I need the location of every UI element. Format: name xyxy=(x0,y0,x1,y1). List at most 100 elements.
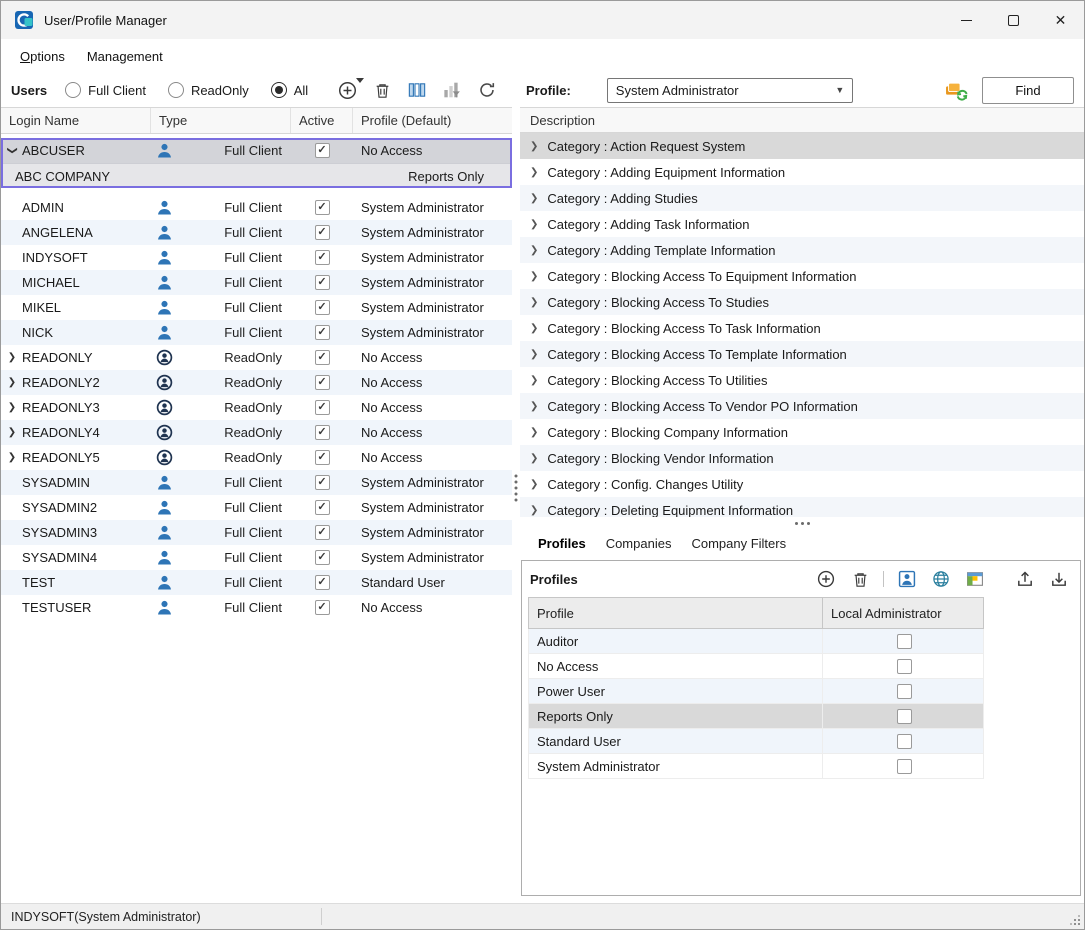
export-profiles-button[interactable] xyxy=(1014,568,1036,590)
minimize-button[interactable] xyxy=(943,1,990,39)
active-checkbox[interactable] xyxy=(315,425,330,440)
category-row[interactable]: ❯Category : Blocking Company Information xyxy=(520,419,1084,445)
add-profile-button[interactable] xyxy=(815,568,837,590)
close-button[interactable]: ✕ xyxy=(1037,1,1084,39)
user-row-sysadmin2[interactable]: SYSADMIN2Full ClientSystem Administrator xyxy=(1,495,512,520)
user-row-michael[interactable]: MICHAELFull ClientSystem Administrator xyxy=(1,270,512,295)
active-checkbox[interactable] xyxy=(315,550,330,565)
active-checkbox[interactable] xyxy=(315,575,330,590)
expander-icon[interactable]: ❯ xyxy=(530,349,538,360)
column-header-login-name[interactable]: Login Name xyxy=(1,108,151,133)
column-header-profile-default[interactable]: Profile (Default) xyxy=(353,108,512,133)
expander-icon[interactable]: ❯ xyxy=(530,479,538,490)
active-checkbox[interactable] xyxy=(315,325,330,340)
expander-icon[interactable]: ❯ xyxy=(530,323,538,334)
user-row-test[interactable]: TESTFull ClientStandard User xyxy=(1,570,512,595)
active-checkbox[interactable] xyxy=(315,525,330,540)
category-row[interactable]: ❯Category : Adding Equipment Information xyxy=(520,159,1084,185)
expander-icon[interactable]: ❯ xyxy=(530,245,538,256)
expander-icon[interactable]: ❯ xyxy=(530,297,538,308)
user-row-readonly3[interactable]: ❯READONLY3ReadOnlyNo Access xyxy=(1,395,512,420)
expander-icon[interactable]: ❯ xyxy=(530,427,538,438)
expander-icon[interactable]: ❯ xyxy=(4,427,20,438)
local-administrator-checkbox[interactable] xyxy=(897,734,912,749)
import-profiles-button[interactable] xyxy=(1048,568,1070,590)
category-row[interactable]: ❯Category : Blocking Access To Template … xyxy=(520,341,1084,367)
active-checkbox[interactable] xyxy=(315,200,330,215)
user-card-button[interactable] xyxy=(896,568,918,590)
expander-icon[interactable]: ❯ xyxy=(4,452,20,463)
category-row[interactable]: ❯Category : Adding Task Information xyxy=(520,211,1084,237)
user-row-sysadmin[interactable]: SYSADMINFull ClientSystem Administrator xyxy=(1,470,512,495)
local-administrator-checkbox[interactable] xyxy=(897,659,912,674)
profile-row-power-user[interactable]: Power User xyxy=(528,679,984,704)
category-row[interactable]: ❯Category : Blocking Access To Task Info… xyxy=(520,315,1084,341)
user-row-angelena[interactable]: ANGELENAFull ClientSystem Administrator xyxy=(1,220,512,245)
menu-options[interactable]: Options xyxy=(9,43,76,70)
maximize-button[interactable] xyxy=(990,1,1037,39)
filter-radio-readonly[interactable]: ReadOnly xyxy=(168,82,249,98)
active-checkbox[interactable] xyxy=(315,225,330,240)
category-row[interactable]: ❯Category : Config. Changes Utility xyxy=(520,471,1084,497)
column-chooser-button[interactable] xyxy=(406,79,428,101)
user-row-indysoft[interactable]: INDYSOFTFull ClientSystem Administrator xyxy=(1,245,512,270)
profile-row-auditor[interactable]: Auditor xyxy=(528,629,984,654)
profile-select[interactable]: System Administrator ▼ xyxy=(607,78,853,103)
expander-icon[interactable]: ❯ xyxy=(530,505,538,516)
profile-row-standard-user[interactable]: Standard User xyxy=(528,729,984,754)
globe-button[interactable] xyxy=(930,568,952,590)
category-row[interactable]: ❯Category : Action Request System xyxy=(520,133,1084,159)
expander-icon[interactable]: ❯ xyxy=(4,402,20,413)
profile-row-system-administrator[interactable]: System Administrator xyxy=(528,754,984,779)
resize-grip[interactable] xyxy=(1069,914,1081,926)
find-button[interactable]: Find xyxy=(982,77,1074,104)
user-row-nick[interactable]: NICKFull ClientSystem Administrator xyxy=(1,320,512,345)
profile-row-reports-only[interactable]: Reports Only xyxy=(528,704,984,729)
category-row[interactable]: ❯Category : Adding Studies xyxy=(520,185,1084,211)
category-row[interactable]: ❯Category : Adding Template Information xyxy=(520,237,1084,263)
add-user-button[interactable] xyxy=(336,79,358,101)
category-row[interactable]: ❯Category : Blocking Access To Equipment… xyxy=(520,263,1084,289)
local-administrator-checkbox[interactable] xyxy=(897,634,912,649)
active-checkbox[interactable] xyxy=(315,275,330,290)
user-row-sysadmin3[interactable]: SYSADMIN3Full ClientSystem Administrator xyxy=(1,520,512,545)
user-row-sysadmin4[interactable]: SYSADMIN4Full ClientSystem Administrator xyxy=(1,545,512,570)
active-checkbox[interactable] xyxy=(315,143,330,158)
expander-icon[interactable]: ❯ xyxy=(4,377,20,388)
category-row[interactable]: ❯Category : Blocking Vendor Information xyxy=(520,445,1084,471)
active-checkbox[interactable] xyxy=(315,375,330,390)
user-company-row-abc-company[interactable]: ABC COMPANYReports Only xyxy=(1,163,512,188)
tab-profiles[interactable]: Profiles xyxy=(528,531,596,556)
local-administrator-checkbox[interactable] xyxy=(897,759,912,774)
category-row[interactable]: ❯Category : Blocking Access To Utilities xyxy=(520,367,1084,393)
description-column-header[interactable]: Description xyxy=(520,107,1084,133)
active-checkbox[interactable] xyxy=(315,600,330,615)
expander-icon[interactable]: ❯ xyxy=(530,193,538,204)
user-row-readonly2[interactable]: ❯READONLY2ReadOnlyNo Access xyxy=(1,370,512,395)
active-checkbox[interactable] xyxy=(315,400,330,415)
user-row-admin[interactable]: ADMINFull ClientSystem Administrator xyxy=(1,195,512,220)
active-checkbox[interactable] xyxy=(315,450,330,465)
user-row-readonly5[interactable]: ❯READONLY5ReadOnlyNo Access xyxy=(1,445,512,470)
user-row-mikel[interactable]: MIKELFull ClientSystem Administrator xyxy=(1,295,512,320)
active-checkbox[interactable] xyxy=(315,475,330,490)
active-checkbox[interactable] xyxy=(315,300,330,315)
user-row-readonly4[interactable]: ❯READONLY4ReadOnlyNo Access xyxy=(1,420,512,445)
expander-icon[interactable]: ❯ xyxy=(530,401,538,412)
panel-splitter[interactable] xyxy=(512,73,520,903)
expander-icon[interactable]: ❯ xyxy=(530,219,538,230)
column-header-local-administrator[interactable]: Local Administrator xyxy=(823,598,985,628)
add-user-dropdown-icon[interactable] xyxy=(356,78,364,83)
tab-companies[interactable]: Companies xyxy=(596,531,682,556)
sync-profiles-button[interactable] xyxy=(944,79,968,101)
local-administrator-checkbox[interactable] xyxy=(897,684,912,699)
expander-icon[interactable]: ❯ xyxy=(530,375,538,386)
active-checkbox[interactable] xyxy=(315,350,330,365)
column-header-active[interactable]: Active xyxy=(291,108,353,133)
expander-icon[interactable]: ❯ xyxy=(530,167,538,178)
expander-icon[interactable]: ❯ xyxy=(4,352,20,363)
user-row-readonly[interactable]: ❯READONLYReadOnlyNo Access xyxy=(1,345,512,370)
tab-company-filters[interactable]: Company Filters xyxy=(681,531,796,556)
refresh-button[interactable] xyxy=(476,79,498,101)
category-row[interactable]: ❯Category : Blocking Access To Vendor PO… xyxy=(520,393,1084,419)
